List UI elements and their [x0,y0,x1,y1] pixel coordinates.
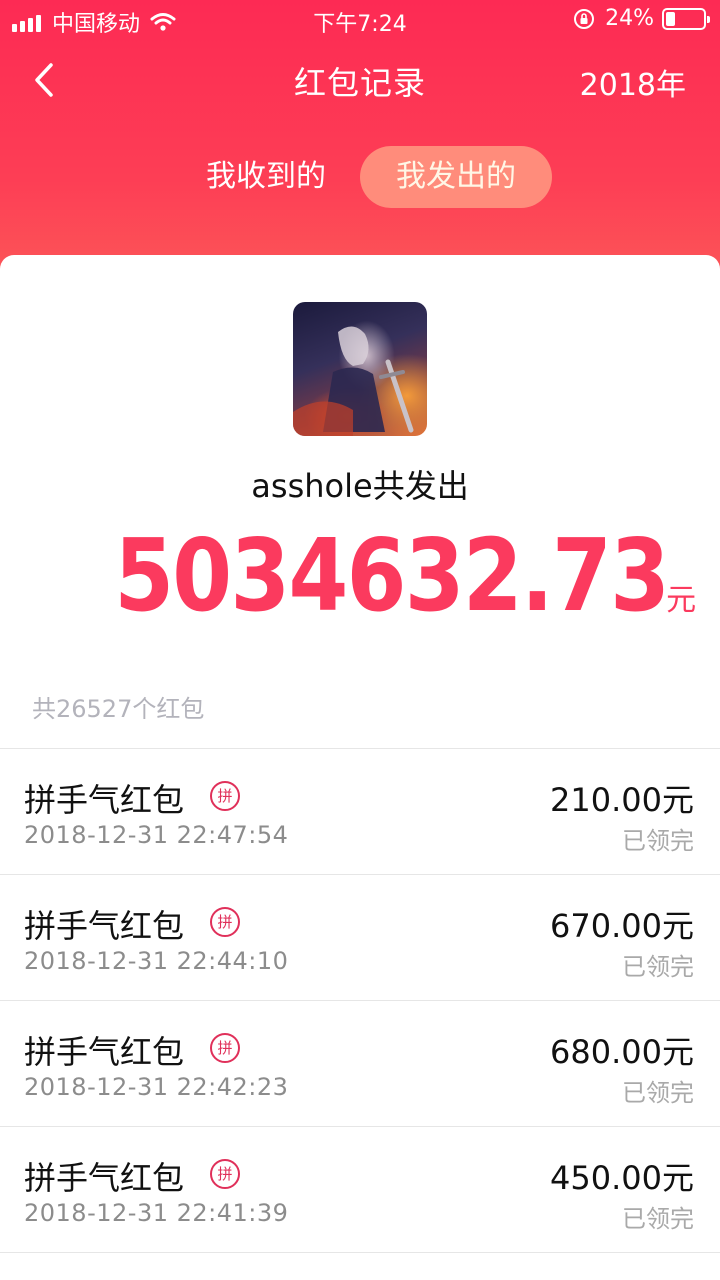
list-item[interactable]: 拼手气红包 拼 2018-12-31 22:47:54 210.00元 已领完 [0,749,720,875]
item-amount: 680.00元 [550,1033,694,1071]
summary-card: asshole共发出 5034632.73元 共26527个红包 拼手气红包 拼… [0,255,720,1280]
item-status: 已领完 [622,1079,694,1107]
status-right: 24% [573,6,710,31]
tab-received[interactable]: 我收到的 [186,146,346,208]
packet-count: 共26527个红包 [32,695,205,723]
item-status: 已领完 [622,953,694,981]
item-time: 2018-12-31 22:41:39 [24,1199,289,1227]
item-name: 拼手气红包 [24,1159,185,1197]
item-time: 2018-12-31 22:42:23 [24,1073,289,1101]
total-amount: 5034632.73 [114,517,670,634]
avatar [293,302,427,436]
total-unit: 元 [666,583,697,618]
avatar-art [293,326,414,436]
item-time: 2018-12-31 22:44:10 [24,947,289,975]
nav-bar: 红包记录 2018年 [0,40,720,120]
item-amount: 210.00元 [550,781,694,819]
battery-fill [666,11,675,26]
item-time: 2018-12-31 22:47:54 [24,821,289,849]
pin-badge-icon: 拼 [210,781,240,811]
pin-badge-icon: 拼 [210,1159,240,1189]
tab-bar: 我收到的 我发出的 [0,146,720,208]
sender-summary: asshole共发出 [251,467,469,505]
item-name: 拼手气红包 [24,907,185,945]
item-status: 已领完 [622,1205,694,1233]
pin-badge-icon: 拼 [210,1033,240,1063]
item-name: 拼手气红包 [24,781,185,819]
item-amount: 450.00元 [550,1159,694,1197]
battery-percent: 24% [605,6,654,31]
tab-sent[interactable]: 我发出的 [360,146,552,208]
status-bar: 中国移动 下午7:24 24% [0,0,720,40]
item-status: 已领完 [622,827,694,855]
item-name: 拼手气红包 [24,1033,185,1071]
rotation-lock-icon [574,8,595,29]
list-item[interactable]: 拼手气红包 拼 2018-12-31 22:42:23 680.00元 已领完 [0,1001,720,1127]
pin-badge-icon: 拼 [210,907,240,937]
total-row: 5034632.73元 [0,517,720,634]
list-item[interactable]: 拼手气红包 拼 2018-12-31 22:41:39 450.00元 已领完 [0,1127,720,1253]
year-selector[interactable]: 2018年 [580,60,686,104]
item-amount: 670.00元 [550,907,694,945]
battery-icon [662,7,710,30]
list-item[interactable]: 拼手气红包 拼 2018-12-31 22:44:10 670.00元 已领完 [0,875,720,1001]
record-list: 拼手气红包 拼 2018-12-31 22:47:54 210.00元 已领完 … [0,749,720,1253]
